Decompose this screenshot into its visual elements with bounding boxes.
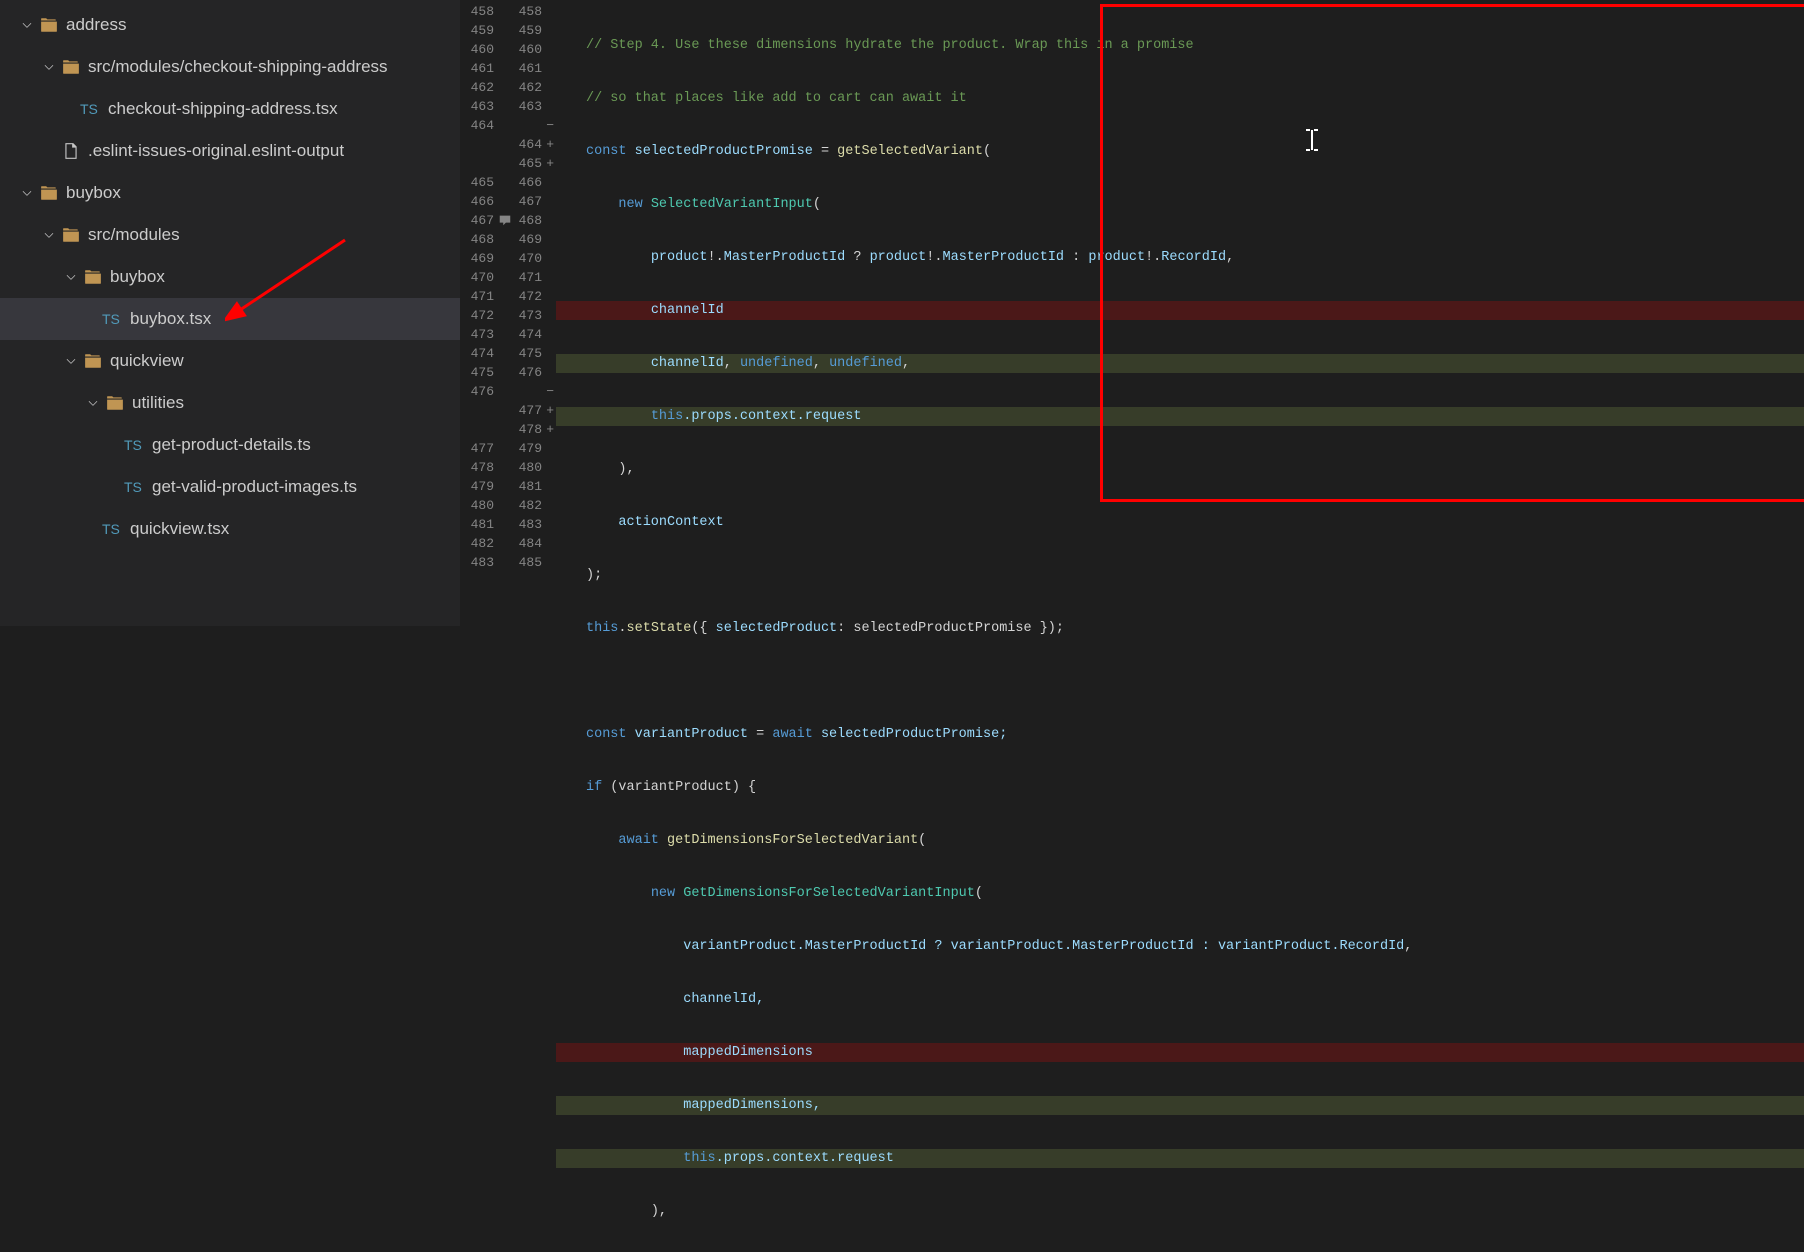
- file-label: .eslint-issues-original.eslint-output: [88, 141, 344, 161]
- folder-buybox-inner[interactable]: buybox: [0, 256, 460, 298]
- folder-address-src[interactable]: src/modules/checkout-shipping-address: [0, 46, 460, 88]
- chevron-down-icon: [62, 352, 80, 370]
- folder-address[interactable]: address: [0, 4, 460, 46]
- file-get-product-details[interactable]: TS get-product-details.ts: [0, 424, 460, 466]
- folder-label: buybox: [66, 183, 121, 203]
- folder-label: src/modules/checkout-shipping-address: [88, 57, 388, 77]
- chevron-down-icon: [62, 268, 80, 286]
- ts-icon: TS: [124, 437, 144, 453]
- chevron-down-icon: [40, 226, 58, 244]
- gutter-modified: 458459460461462463−464+465+4664674684694…: [508, 0, 556, 626]
- file-get-valid-images[interactable]: TS get-valid-product-images.ts: [0, 466, 460, 508]
- folder-label: buybox: [110, 267, 165, 287]
- folder-quickview[interactable]: quickview: [0, 340, 460, 382]
- file-explorer[interactable]: address src/modules/checkout-shipping-ad…: [0, 0, 460, 626]
- code-text: // so that places like add to cart can a…: [586, 91, 967, 106]
- ts-icon: TS: [102, 521, 122, 537]
- folder-icon: [62, 226, 80, 244]
- code-area[interactable]: // Step 4. Use these dimensions hydrate …: [556, 0, 1804, 626]
- folder-icon: [84, 352, 102, 370]
- diff-editor[interactable]: 4584594604614624634644654664674684694704…: [460, 0, 1804, 626]
- ts-icon: TS: [80, 101, 100, 117]
- folder-label: utilities: [132, 393, 184, 413]
- ts-icon: TS: [124, 479, 144, 495]
- chevron-down-icon: [18, 16, 36, 34]
- folder-label: address: [66, 15, 126, 35]
- folder-icon: [62, 58, 80, 76]
- folder-buybox-root[interactable]: buybox: [0, 172, 460, 214]
- folder-utilities[interactable]: utilities: [0, 382, 460, 424]
- folder-icon: [40, 16, 58, 34]
- folder-label: quickview: [110, 351, 184, 371]
- file-label: quickview.tsx: [130, 519, 229, 539]
- file-label: checkout-shipping-address.tsx: [108, 99, 338, 119]
- folder-label: src/modules: [88, 225, 180, 245]
- code-text: // Step 4. Use these dimensions hydrate …: [586, 38, 1194, 53]
- file-label: buybox.tsx: [130, 309, 211, 329]
- file-buybox-tsx[interactable]: TS buybox.tsx: [0, 298, 460, 340]
- chevron-down-icon: [40, 58, 58, 76]
- file-label: get-valid-product-images.ts: [152, 477, 357, 497]
- folder-src-modules[interactable]: src/modules: [0, 214, 460, 256]
- chevron-down-icon: [84, 394, 102, 412]
- file-checkout-tsx[interactable]: TS checkout-shipping-address.tsx: [0, 88, 460, 130]
- folder-icon: [40, 184, 58, 202]
- file-quickview-tsx[interactable]: TS quickview.tsx: [0, 508, 460, 550]
- folder-icon: [106, 394, 124, 412]
- folder-icon: [84, 268, 102, 286]
- file-eslint-output[interactable]: .eslint-issues-original.eslint-output: [0, 130, 460, 172]
- file-label: get-product-details.ts: [152, 435, 311, 455]
- file-icon: [62, 142, 80, 160]
- chevron-down-icon: [18, 184, 36, 202]
- ts-icon: TS: [102, 311, 122, 327]
- gutter-original: 4584594604614624634644654664674684694704…: [460, 0, 508, 626]
